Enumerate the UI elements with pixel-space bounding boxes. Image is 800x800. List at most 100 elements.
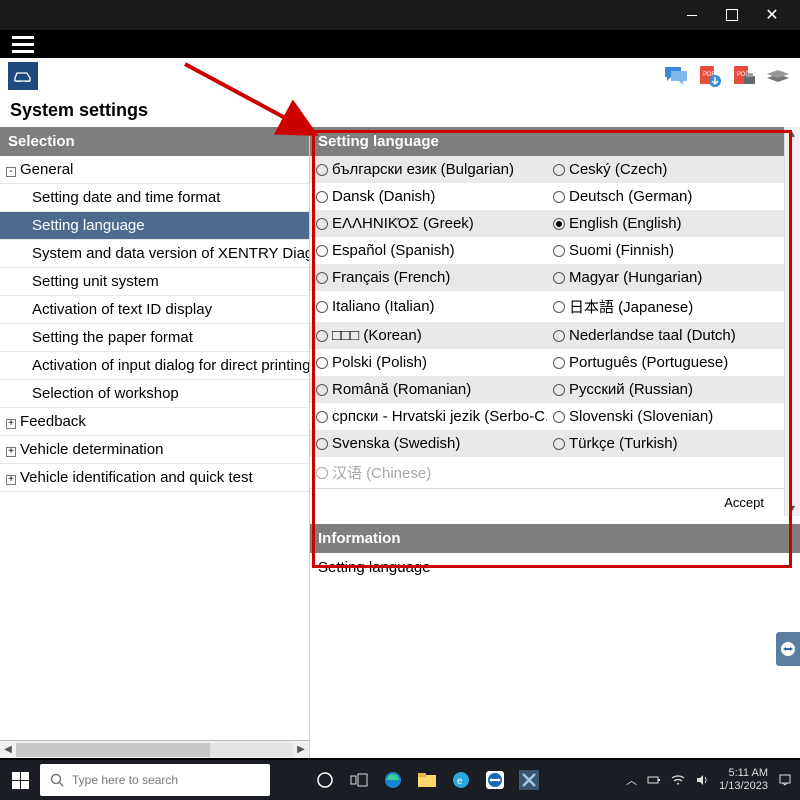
language-option[interactable]: 日本語 (Japanese) xyxy=(547,291,784,322)
window-close-button[interactable]: ✕ xyxy=(752,0,792,30)
radio-icon[interactable] xyxy=(316,272,328,284)
hamburger-menu-icon[interactable] xyxy=(12,36,34,53)
tree-node-general[interactable]: -General xyxy=(0,156,309,184)
language-option[interactable]: ΕΛΛΗΝΙΚΌΣ (Greek) xyxy=(310,210,547,237)
expand-icon[interactable]: + xyxy=(6,419,16,429)
teamviewer-side-badge-icon[interactable] xyxy=(776,632,800,666)
main-v-scrollbar[interactable]: ▴ ▾ xyxy=(784,127,800,516)
window-minimize-button[interactable] xyxy=(672,0,712,30)
taskbar-ie-icon[interactable]: e xyxy=(446,765,476,795)
language-option[interactable]: Ceský (Czech) xyxy=(547,156,784,183)
language-option[interactable]: Polski (Polish) xyxy=(310,349,547,376)
language-option[interactable]: Deutsch (German) xyxy=(547,183,784,210)
scroll-left-icon[interactable]: ◀ xyxy=(0,744,16,755)
radio-icon[interactable] xyxy=(553,218,565,230)
tree-item[interactable]: Setting the paper format xyxy=(0,324,309,352)
expand-icon[interactable]: + xyxy=(6,475,16,485)
expand-icon[interactable]: + xyxy=(6,447,16,457)
main-panel: Setting language български език (Bulgari… xyxy=(310,127,800,758)
taskbar-xentry-icon[interactable] xyxy=(514,765,544,795)
tree-item[interactable]: Selection of workshop xyxy=(0,380,309,408)
vehicle-logo-icon[interactable] xyxy=(8,62,38,90)
collapse-icon[interactable]: - xyxy=(6,167,16,177)
tray-notifications-icon[interactable] xyxy=(778,773,792,787)
language-option[interactable]: Français (French) xyxy=(310,264,547,291)
language-option[interactable]: Suomi (Finnish) xyxy=(547,237,784,264)
taskbar-taskview-icon[interactable] xyxy=(344,765,374,795)
chat-icon[interactable] xyxy=(662,62,690,90)
radio-icon[interactable] xyxy=(553,411,565,423)
language-option[interactable]: Dansk (Danish) xyxy=(310,183,547,210)
tray-battery-icon[interactable] xyxy=(647,773,661,787)
book-stack-icon[interactable] xyxy=(764,62,792,90)
radio-icon[interactable] xyxy=(316,384,328,396)
language-option[interactable]: Español (Spanish) xyxy=(310,237,547,264)
tray-wifi-icon[interactable] xyxy=(671,773,685,787)
language-option[interactable]: Italiano (Italian) xyxy=(310,291,547,322)
radio-icon[interactable] xyxy=(553,164,565,176)
language-option[interactable]: 汉语 (Chinese) xyxy=(310,457,547,488)
sidebar-tree: -General Setting date and time format Se… xyxy=(0,156,309,740)
radio-icon[interactable] xyxy=(553,245,565,257)
language-option[interactable]: Română (Romanian) xyxy=(310,376,547,403)
taskbar: Type here to search e ︿ 5:11 AM 1/13/202… xyxy=(0,760,800,800)
language-option[interactable]: български език (Bulgarian) xyxy=(310,156,547,183)
search-icon xyxy=(50,773,64,787)
window-maximize-button[interactable] xyxy=(712,0,752,30)
radio-icon[interactable] xyxy=(316,218,328,230)
taskbar-cortana-icon[interactable] xyxy=(310,765,340,795)
tree-item[interactable]: Activation of text ID display xyxy=(0,296,309,324)
language-option[interactable]: Nederlandse taal (Dutch) xyxy=(547,322,784,349)
language-option[interactable]: Slovenski (Slovenian) xyxy=(547,403,784,430)
taskbar-explorer-icon[interactable] xyxy=(412,765,442,795)
radio-icon[interactable] xyxy=(553,301,565,313)
tree-item[interactable]: Activation of input dialog for direct pr… xyxy=(0,352,309,380)
radio-icon[interactable] xyxy=(316,357,328,369)
sidebar-h-scrollbar[interactable]: ◀ ▶ xyxy=(0,740,309,758)
radio-icon[interactable] xyxy=(316,191,328,203)
pdf-arrow-icon[interactable]: PDF xyxy=(696,62,724,90)
tree-node-feedback[interactable]: +Feedback xyxy=(0,408,309,436)
taskbar-edge-icon[interactable] xyxy=(378,765,408,795)
taskbar-search-input[interactable]: Type here to search xyxy=(40,764,270,796)
radio-icon[interactable] xyxy=(316,438,328,450)
tree-item-selected[interactable]: Setting language xyxy=(0,212,309,240)
language-option[interactable]: English (English) xyxy=(547,210,784,237)
radio-icon[interactable] xyxy=(316,411,328,423)
radio-icon[interactable] xyxy=(553,384,565,396)
scroll-right-icon[interactable]: ▶ xyxy=(293,744,309,755)
radio-icon[interactable] xyxy=(553,357,565,369)
radio-icon[interactable] xyxy=(553,330,565,342)
scroll-down-icon[interactable]: ▾ xyxy=(788,501,797,516)
radio-icon[interactable] xyxy=(316,164,328,176)
page-title: System settings xyxy=(0,94,800,127)
radio-icon[interactable] xyxy=(316,330,328,342)
tree-item[interactable]: Setting date and time format xyxy=(0,184,309,212)
accept-button[interactable]: Accept xyxy=(708,491,780,514)
tray-chevron-icon[interactable]: ︿ xyxy=(626,772,637,788)
radio-icon[interactable] xyxy=(316,245,328,257)
radio-icon[interactable] xyxy=(316,301,328,313)
start-button[interactable] xyxy=(0,760,40,800)
radio-icon[interactable] xyxy=(316,467,328,479)
radio-icon[interactable] xyxy=(553,191,565,203)
taskbar-clock[interactable]: 5:11 AM 1/13/2023 xyxy=(719,767,768,793)
language-option[interactable]: Türkçe (Turkish) xyxy=(547,430,784,457)
tray-volume-icon[interactable] xyxy=(695,773,709,787)
scroll-up-icon[interactable]: ▴ xyxy=(788,127,797,142)
pdf-print-icon[interactable]: PDF xyxy=(730,62,758,90)
language-option[interactable]: □□□ (Korean) xyxy=(310,322,547,349)
language-option[interactable]: Русский (Russian) xyxy=(547,376,784,403)
language-option[interactable]: Magyar (Hungarian) xyxy=(547,264,784,291)
search-placeholder: Type here to search xyxy=(72,773,178,787)
language-option[interactable]: Svenska (Swedish) xyxy=(310,430,547,457)
tree-node-vehicle-determination[interactable]: +Vehicle determination xyxy=(0,436,309,464)
radio-icon[interactable] xyxy=(553,438,565,450)
tree-item[interactable]: Setting unit system xyxy=(0,268,309,296)
radio-icon[interactable] xyxy=(553,272,565,284)
taskbar-teamviewer-icon[interactable] xyxy=(480,765,510,795)
tree-item[interactable]: System and data version of XENTRY Diagno… xyxy=(0,240,309,268)
language-option[interactable]: српски - Hrvatski jezik (Serbo-C... xyxy=(310,403,547,430)
language-option[interactable]: Português (Portuguese) xyxy=(547,349,784,376)
tree-node-vehicle-identification[interactable]: +Vehicle identification and quick test xyxy=(0,464,309,492)
